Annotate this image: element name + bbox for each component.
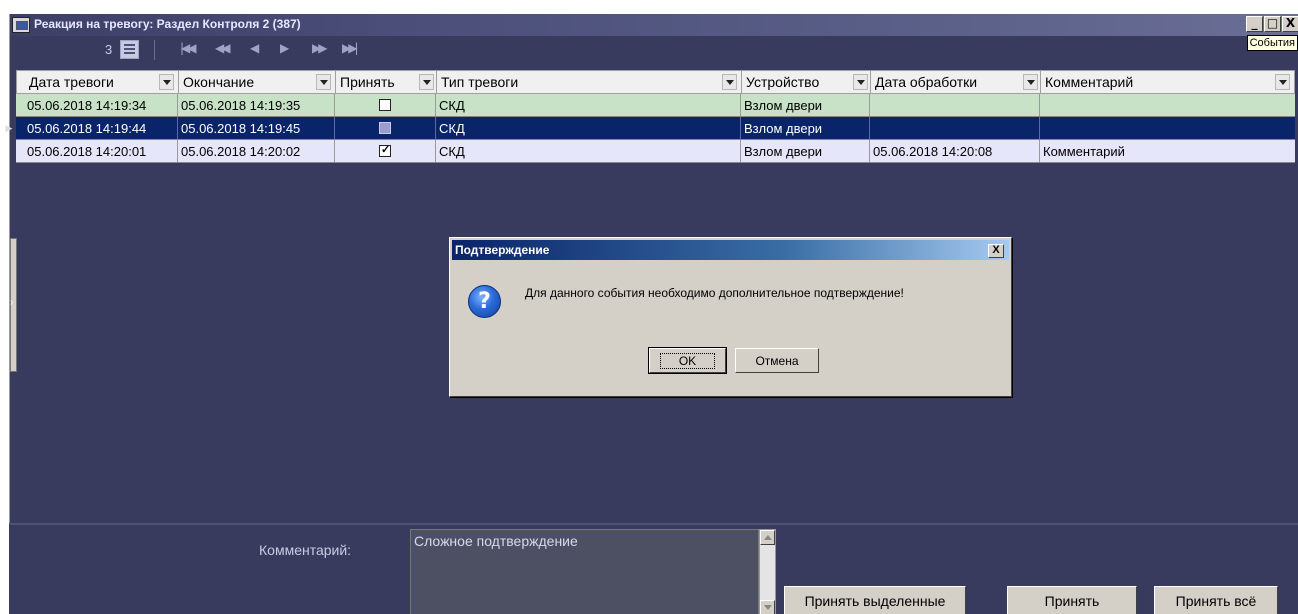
app-window-icon: [12, 17, 30, 33]
grid-view-icon[interactable]: [120, 40, 139, 59]
col-header-end[interactable]: Окончание: [179, 71, 336, 93]
cell-device: Взлом двери: [741, 94, 870, 116]
ok-button[interactable]: OK: [648, 347, 727, 374]
accept-checkbox[interactable]: [379, 99, 391, 111]
cell-device: Взлом двери: [741, 140, 870, 162]
window-title: Реакция на тревогу: Раздел Контроля 2 (3…: [34, 17, 301, 31]
events-tooltip: События: [1246, 35, 1298, 51]
title-bar[interactable]: Реакция на тревогу: Раздел Контроля 2 (3…: [10, 14, 1298, 36]
dropdown-arrow-icon[interactable]: [1023, 74, 1038, 90]
cell-accept: [335, 117, 436, 139]
col-header-comment[interactable]: Комментарий: [1041, 71, 1296, 93]
col-header-device[interactable]: Устройство: [742, 71, 871, 93]
maximize-button[interactable]: □: [1264, 16, 1281, 32]
last-page-icon[interactable]: ▶▶|: [342, 41, 358, 55]
close-button[interactable]: X: [1282, 16, 1298, 32]
col-label: Принять: [340, 74, 395, 90]
cell-comment: [1040, 94, 1295, 116]
dialog-close-button[interactable]: X: [988, 244, 1004, 258]
accept-all-button[interactable]: Принять всё: [1154, 586, 1278, 614]
cell-alarm-date: 05.06.2018 14:20:01: [24, 140, 178, 162]
accept-checkbox-checked[interactable]: [379, 143, 391, 157]
toolbar-separator: [154, 40, 155, 60]
cell-end: 05.06.2018 14:20:02: [178, 140, 335, 162]
dropdown-arrow-icon[interactable]: [419, 74, 434, 90]
cancel-button[interactable]: Отмена: [735, 348, 819, 373]
prev-fast-icon[interactable]: ◀◀: [215, 41, 231, 55]
cell-accept: [335, 94, 436, 116]
dropdown-arrow-icon[interactable]: [316, 74, 331, 90]
prev-icon[interactable]: ◀: [250, 41, 259, 55]
table-row-selected[interactable]: ▶ 05.06.2018 14:19:44 05.06.2018 14:19:4…: [6, 117, 1295, 140]
cell-comment: Комментарий: [1043, 144, 1125, 159]
next-icon[interactable]: ▶: [280, 41, 289, 55]
cell-accept: [335, 140, 436, 162]
dialog-title: Подтверждение: [455, 243, 550, 257]
page-count: 3: [105, 42, 113, 57]
question-icon: ?: [468, 285, 501, 318]
accept-button[interactable]: Принять: [1007, 586, 1137, 614]
cell-end: 05.06.2018 14:19:35: [178, 94, 335, 116]
ok-label: OK: [659, 353, 716, 369]
comment-textarea[interactable]: Сложное подтверждение: [410, 529, 759, 614]
col-label: Устройство: [746, 74, 820, 90]
cell-alarm-type: СКД: [436, 94, 741, 116]
accept-selected-button[interactable]: Принять выделенные: [784, 586, 966, 614]
cell-processed-date: [870, 94, 1040, 116]
cell-processed-date: 05.06.2018 14:20:08: [870, 140, 1040, 162]
dropdown-arrow-icon[interactable]: [1275, 74, 1290, 90]
expand-arrow-icon[interactable]: ›: [10, 297, 13, 308]
col-label: Комментарий: [1045, 74, 1134, 90]
table-row[interactable]: 05.06.2018 14:20:01 05.06.2018 14:20:02 …: [16, 140, 1295, 163]
dropdown-arrow-icon[interactable]: [159, 74, 174, 90]
col-label: Дата тревоги: [29, 74, 114, 90]
cell-device: Взлом двери: [741, 117, 870, 139]
cell-alarm-type: СКД: [436, 140, 741, 162]
comment-label: Комментарий:: [259, 542, 352, 558]
first-page-icon[interactable]: |◀◀: [180, 41, 196, 55]
confirmation-dialog: Подтверждение X ? Для данного события не…: [449, 237, 1012, 397]
navigation-toolbar: 3 |◀◀ ◀◀ ◀ ▶ ▶▶ ▶▶|: [10, 36, 1230, 64]
minimize-button[interactable]: _: [1246, 16, 1263, 32]
dialog-message: Для данного события необходимо дополните…: [525, 286, 904, 300]
cell-comment: [1040, 117, 1295, 139]
footer-panel: Комментарий: Сложное подтверждение Приня…: [9, 523, 1298, 614]
table-row[interactable]: 05.06.2018 14:19:34 05.06.2018 14:19:35 …: [16, 94, 1295, 117]
col-header-alarm-date[interactable]: Дата тревоги: [25, 71, 179, 93]
cell-alarm-date: 05.06.2018 14:19:44: [24, 117, 178, 139]
cell-alarm-type: СКД: [436, 117, 741, 139]
cell-processed-date: [870, 117, 1040, 139]
col-header-accept[interactable]: Принять: [336, 71, 437, 93]
dropdown-arrow-icon[interactable]: [722, 74, 737, 90]
accept-checkbox[interactable]: [379, 122, 391, 134]
cell-end: 05.06.2018 14:19:45: [178, 117, 335, 139]
scroll-down-icon[interactable]: [760, 600, 775, 614]
next-fast-icon[interactable]: ▶▶: [312, 41, 328, 55]
dialog-title-bar[interactable]: Подтверждение X: [452, 240, 1009, 260]
col-header-processed-date[interactable]: Дата обработки: [871, 71, 1041, 93]
col-label: Тип тревоги: [441, 74, 519, 90]
scroll-up-icon[interactable]: [760, 530, 775, 545]
window-controls: _ □ X: [1246, 16, 1298, 32]
current-row-indicator-icon: ▶: [5, 123, 13, 133]
comment-scrollbar[interactable]: [759, 529, 776, 614]
col-label: Окончание: [183, 74, 255, 90]
dropdown-arrow-icon[interactable]: [853, 74, 868, 90]
col-header-alarm-type[interactable]: Тип тревоги: [437, 71, 742, 93]
table-header: Дата тревоги Окончание Принять Тип трево…: [16, 70, 1295, 94]
col-label: Дата обработки: [875, 74, 978, 90]
cell-alarm-date: 05.06.2018 14:19:34: [24, 94, 178, 116]
